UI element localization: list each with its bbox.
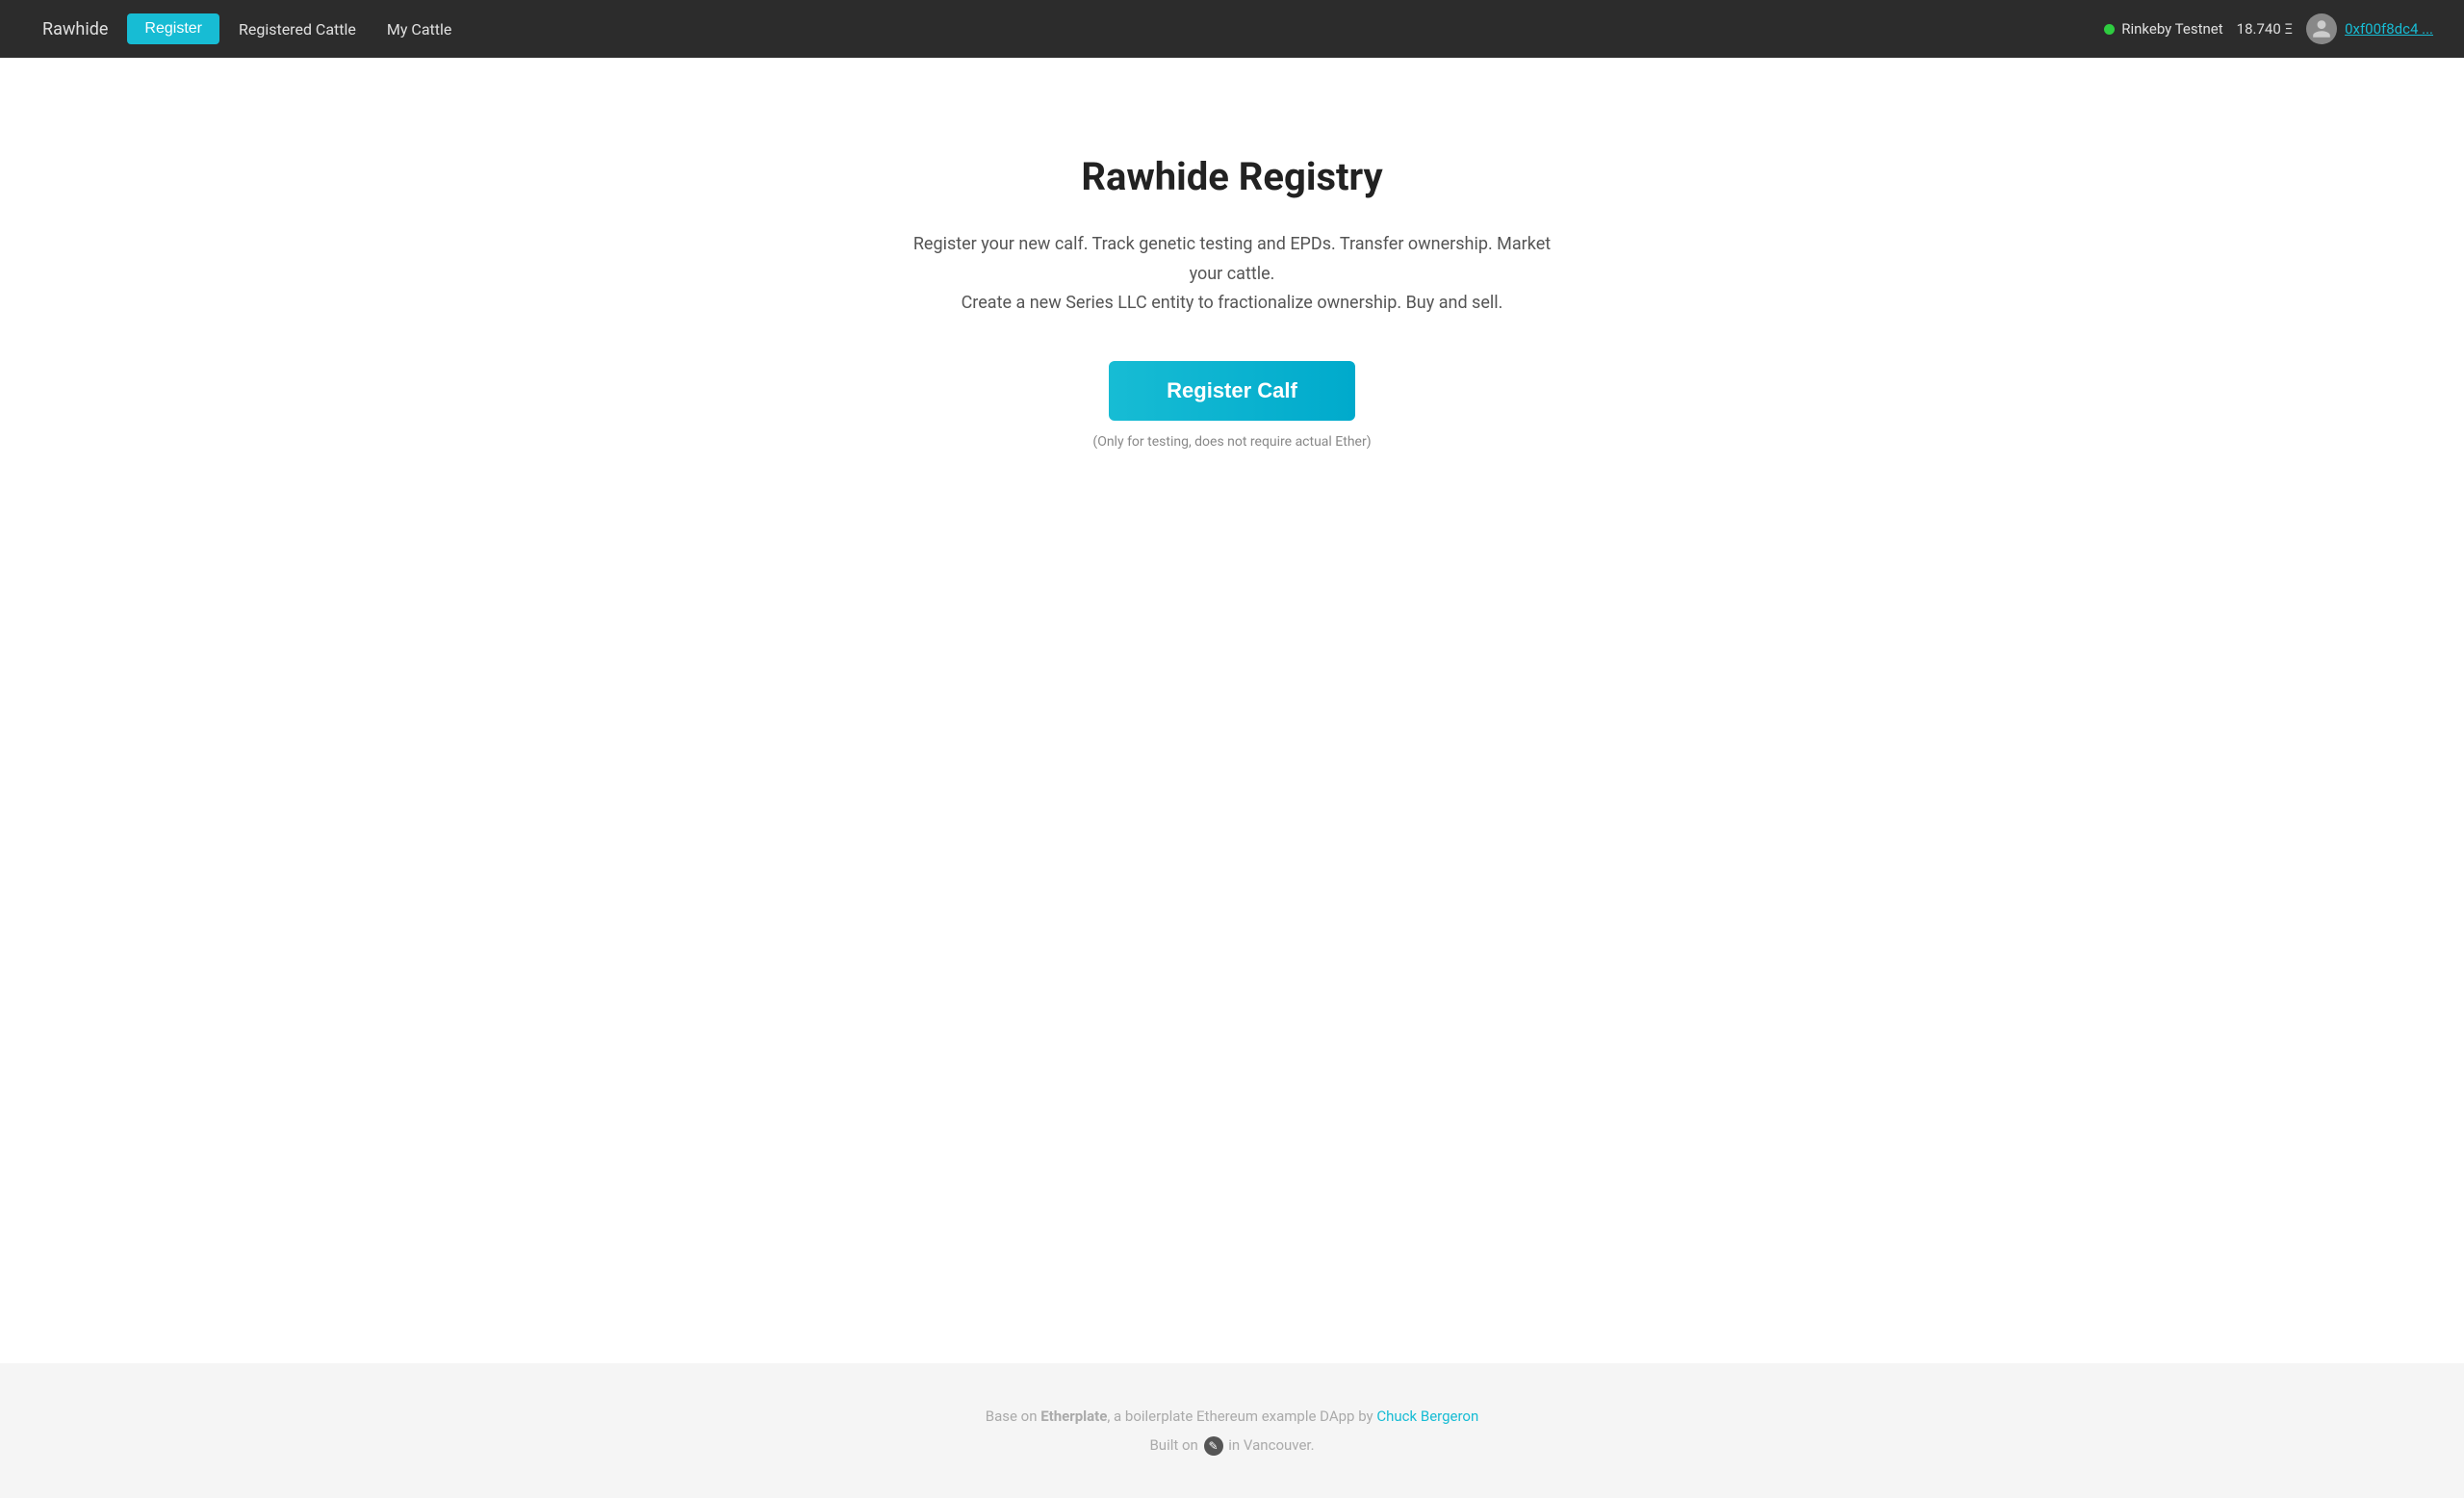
footer-base-text: Base on — [986, 1408, 1040, 1425]
register-calf-button[interactable]: Register Calf — [1109, 361, 1355, 421]
nav-brand[interactable]: Rawhide — [31, 13, 119, 45]
footer-author-link[interactable]: Chuck Bergeron — [1376, 1408, 1478, 1425]
footer-line1: Base on Etherplate, a boilerplate Ethere… — [19, 1402, 2445, 1431]
footer: Base on Etherplate, a boilerplate Ethere… — [0, 1363, 2464, 1498]
account-avatar-icon — [2306, 13, 2337, 44]
network-indicator: Rinkeby Testnet — [2104, 20, 2222, 38]
footer-etherplate: Etherplate — [1040, 1408, 1107, 1425]
network-status-dot — [2104, 24, 2115, 35]
footer-logo-icon: ✎ — [1204, 1436, 1223, 1456]
account-area[interactable]: 0xf00f8dc4 ... — [2306, 13, 2433, 44]
footer-built-in-text: in Vancouver. — [1225, 1436, 1315, 1454]
page-title: Rawhide Registry — [1081, 154, 1382, 199]
eth-balance: 18.740 Ξ — [2237, 20, 2293, 38]
description-line1: Register your new calf. Track genetic te… — [913, 234, 1551, 284]
network-name: Rinkeby Testnet — [2121, 20, 2222, 38]
page-description: Register your new calf. Track genetic te… — [905, 230, 1559, 319]
main-content: Rawhide Registry Register your new calf.… — [0, 58, 2464, 1363]
footer-boilerplate-text: , a boilerplate Ethereum example DApp by — [1107, 1408, 1376, 1425]
navbar: Rawhide Register Registered Cattle My Ca… — [0, 0, 2464, 58]
register-nav-button[interactable]: Register — [127, 13, 219, 44]
description-line2: Create a new Series LLC entity to fracti… — [962, 293, 1503, 313]
nav-left: Rawhide Register Registered Cattle My Ca… — [31, 13, 463, 45]
nav-my-cattle[interactable]: My Cattle — [375, 14, 463, 44]
nav-registered-cattle[interactable]: Registered Cattle — [227, 14, 368, 44]
footer-line2: Built on ✎ in Vancouver. — [19, 1431, 2445, 1459]
footer-built-on-text: Built on — [1149, 1436, 1201, 1454]
account-address[interactable]: 0xf00f8dc4 ... — [2345, 20, 2433, 38]
nav-right: Rinkeby Testnet 18.740 Ξ 0xf00f8dc4 ... — [2104, 13, 2433, 44]
testing-note: (Only for testing, does not require actu… — [1092, 434, 1371, 450]
